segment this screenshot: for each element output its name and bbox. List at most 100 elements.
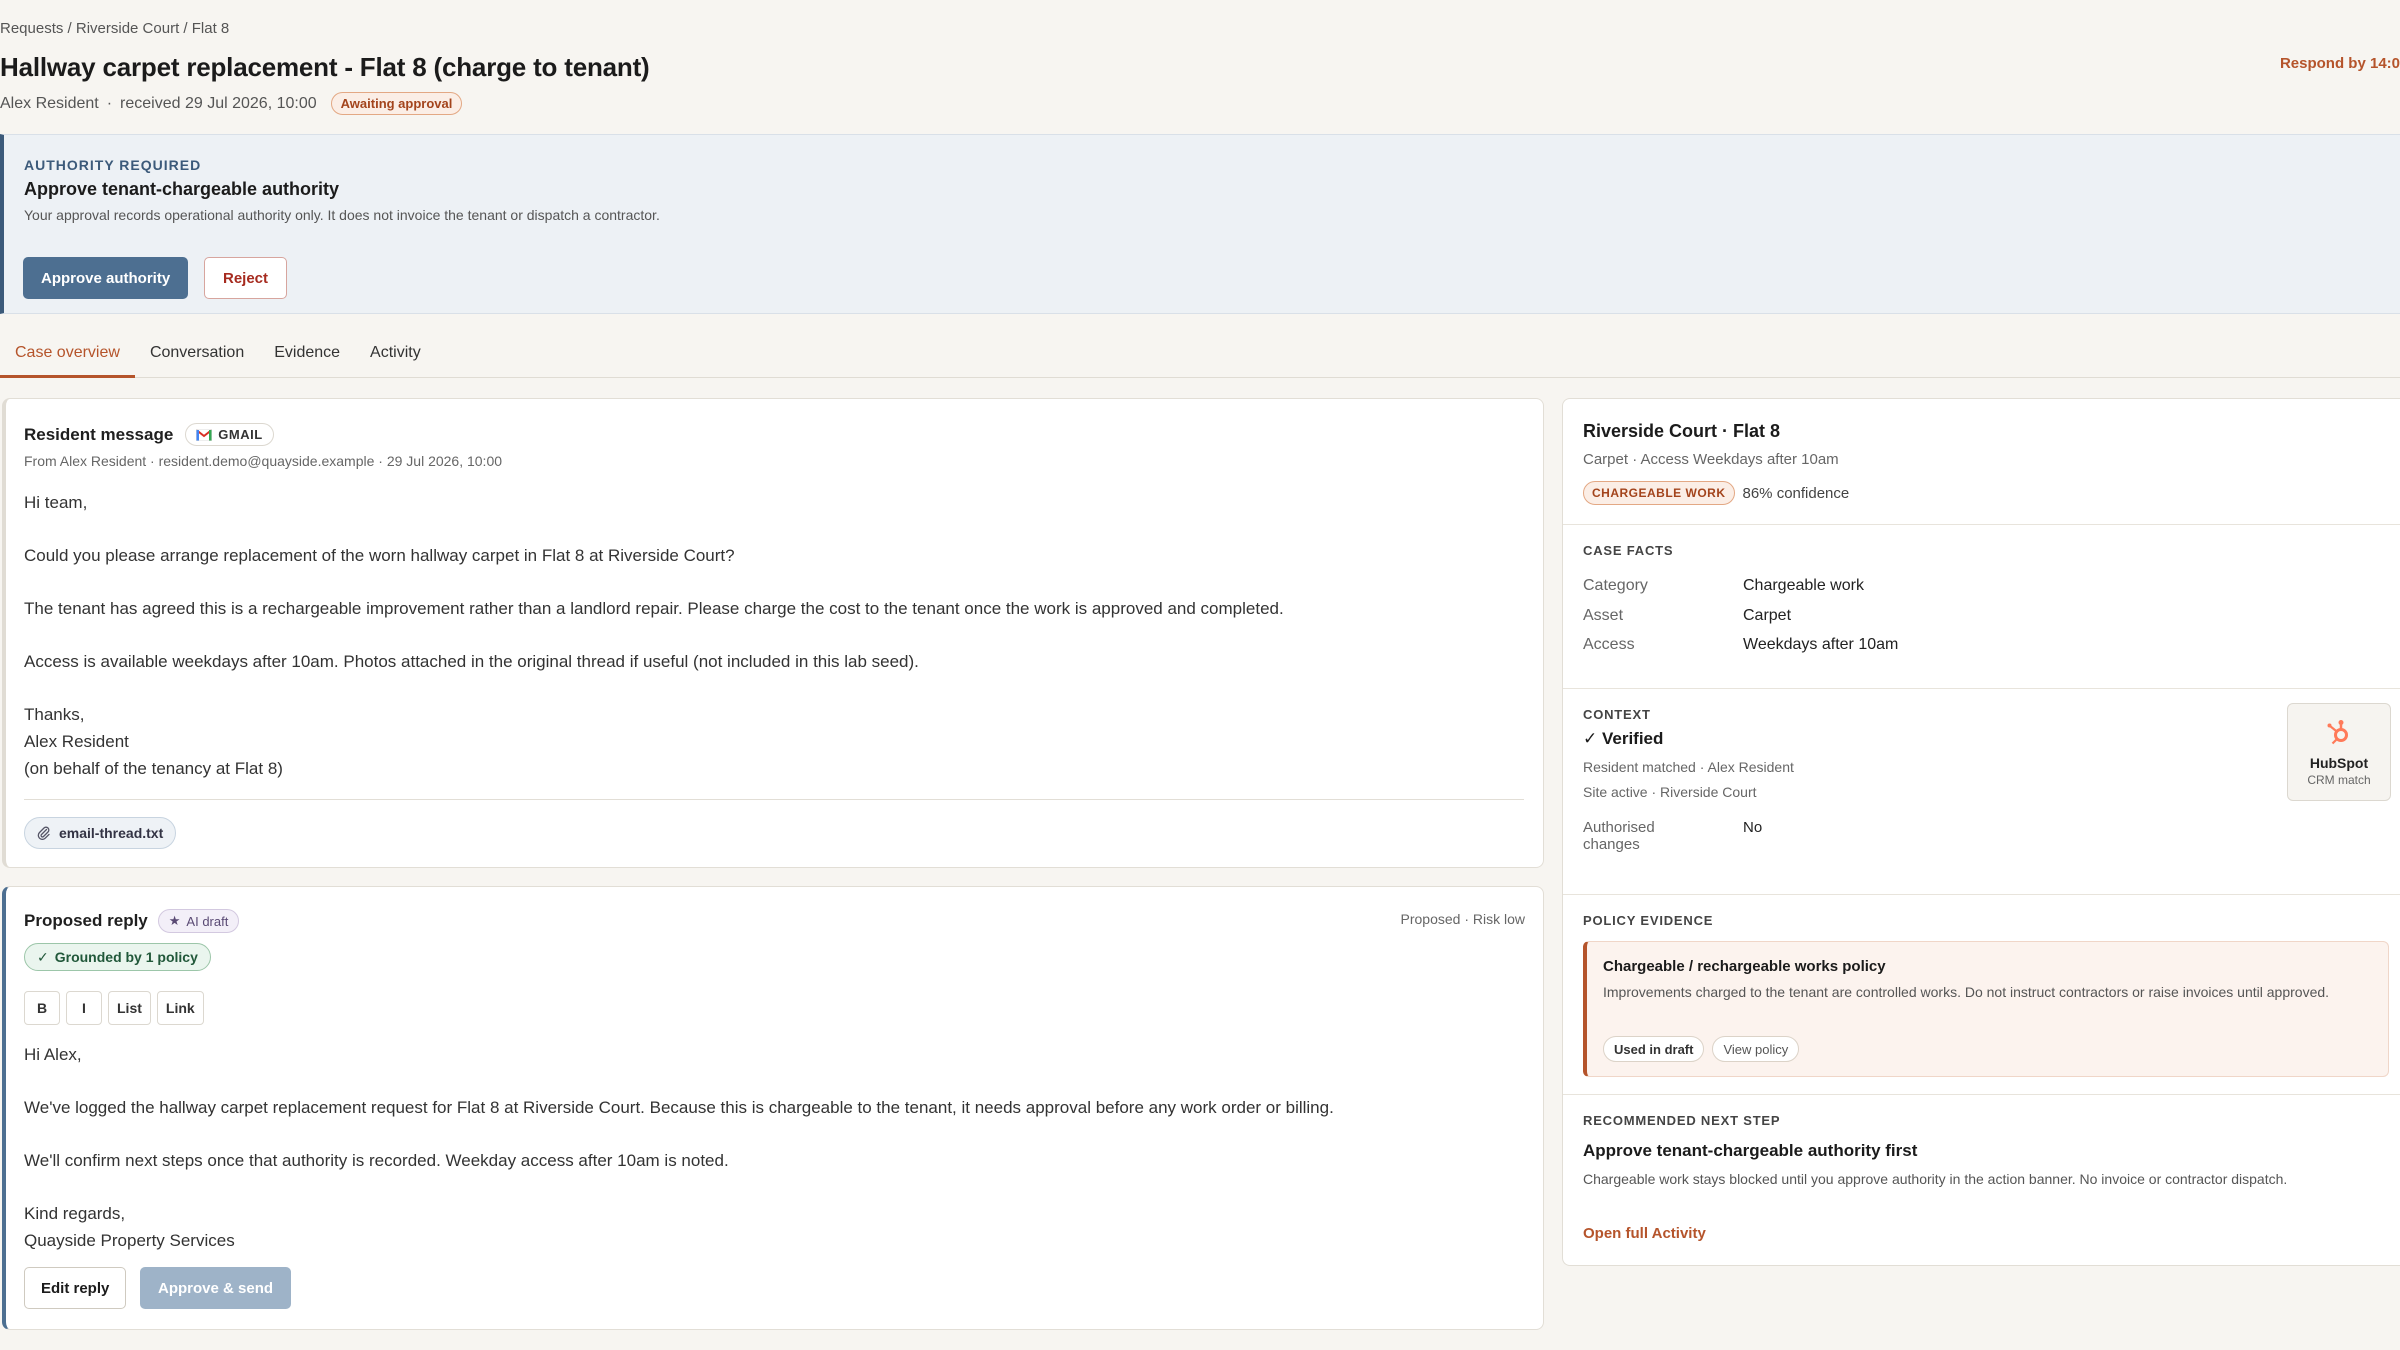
property-summary: Riverside Court · Flat 8 Carpet · Access… [1563, 399, 2400, 525]
ai-draft-label: AI draft [186, 913, 229, 929]
respond-by-deadline: Respond by 14:0 [2279, 55, 2400, 72]
next-step-description: Chargeable work stays blocked until you … [1583, 1171, 2288, 1187]
policy-title: Chargeable / rechargeable works policy [1603, 958, 1886, 975]
policy-evidence: POLICY EVIDENCE Chargeable / rechargeabl… [1563, 895, 2400, 1095]
message-from-line: From Alex Resident · resident.demo@quays… [24, 453, 503, 469]
approve-send-button[interactable]: Approve & send [140, 1267, 292, 1309]
resident-message-header: Resident message GMAIL [24, 423, 274, 446]
hubspot-sub: CRM match [2307, 773, 2371, 787]
authorised-changes-value: No [1743, 819, 1763, 836]
attachment-chip[interactable]: email-thread.txt [24, 817, 177, 849]
tab-evidence[interactable]: Evidence [259, 330, 355, 378]
gmail-icon [196, 428, 213, 441]
next-step-title: Approve tenant-chargeable authority firs… [1583, 1141, 1918, 1160]
policy-evidence-kicker: POLICY EVIDENCE [1583, 913, 1714, 928]
italic-button[interactable]: I [66, 991, 102, 1025]
grounded-label: Grounded by 1 policy [54, 949, 198, 965]
ai-draft-badge: ★ AI draft [157, 909, 240, 933]
reply-signoff: Kind regards, [24, 1204, 126, 1223]
policy-card: Chargeable / rechargeable works policy I… [1583, 941, 2389, 1077]
page-title: Hallway carpet replacement - Flat 8 (cha… [0, 52, 650, 82]
meta-separator: · [106, 94, 113, 112]
case-side-panel: Riverside Court · Flat 8 Carpet · Access… [1562, 398, 2400, 1266]
formatting-toolbar: B I List Link [24, 991, 204, 1025]
message-paragraph: The tenant has agreed this is a recharge… [24, 599, 1284, 618]
grounded-badge[interactable]: ✓ Grounded by 1 policy [24, 943, 211, 971]
site-active: Site active · Riverside Court [1583, 784, 1757, 800]
message-paragraph: Could you please arrange replacement of … [24, 546, 735, 565]
proposed-reply-card: Proposed reply ★ AI draft Proposed · Ris… [2, 886, 1544, 1330]
reply-paragraph: We've logged the hallway carpet replacem… [24, 1098, 1334, 1117]
confidence-label: 86% confidence [1742, 484, 1850, 502]
policy-description: Improvements charged to the tenant are c… [1603, 984, 2330, 1000]
fact-label: Access [1583, 636, 1635, 653]
case-tabs: Case overview Conversation Evidence Acti… [0, 330, 2400, 378]
authorised-label-line: Authorised [1583, 819, 1655, 836]
reply-greeting: Hi Alex, [24, 1045, 82, 1064]
link-button[interactable]: Link [156, 991, 204, 1025]
authority-kicker: AUTHORITY REQUIRED [24, 157, 202, 173]
property-title: Riverside Court · Flat 8 [1583, 421, 1781, 441]
status-badge: Awaiting approval [330, 92, 463, 115]
reply-signoff: Quayside Property Services [24, 1231, 235, 1250]
approve-authority-button[interactable]: Approve authority [23, 257, 189, 299]
recommended-next-step: RECOMMENDED NEXT STEP Approve tenant-cha… [1563, 1095, 2400, 1267]
authority-title: Approve tenant-chargeable authority [24, 179, 340, 199]
bold-button[interactable]: B [24, 991, 60, 1025]
chargeable-chip: CHARGEABLE WORK [1583, 481, 1735, 505]
attachment-name: email-thread.txt [59, 825, 164, 841]
authorised-changes-label: Authorised changes [1583, 819, 1655, 853]
gmail-source-badge: GMAIL [185, 423, 274, 446]
paperclip-icon [37, 826, 50, 840]
reply-status: Proposed · Risk low [1400, 911, 1526, 927]
reject-button[interactable]: Reject [204, 257, 288, 299]
message-greeting: Hi team, [24, 493, 88, 512]
edit-reply-button[interactable]: Edit reply [24, 1267, 127, 1309]
message-signoff: Thanks, [24, 705, 85, 724]
context-section: CONTEXT ✓ Verified Resident matched · Al… [1563, 689, 2400, 895]
proposed-reply-header: Proposed reply ★ AI draft [24, 909, 240, 933]
reply-editor[interactable]: Hi Alex, We've logged the hallway carpet… [24, 1041, 1504, 1254]
fact-value: Weekdays after 10am [1743, 636, 1899, 653]
authority-banner: AUTHORITY REQUIRED Approve tenant-charge… [0, 134, 2400, 314]
sparkle-icon: ★ [168, 913, 181, 928]
hubspot-crm-match[interactable]: HubSpot CRM match [2287, 703, 2391, 801]
message-signoff: Alex Resident [24, 732, 129, 751]
resident-message-card: Resident message GMAIL From Alex Residen… [2, 398, 1544, 868]
message-signoff: (on behalf of the tenancy at Flat 8) [24, 759, 283, 778]
used-in-draft-chip: Used in draft [1603, 1036, 1705, 1062]
gmail-label: GMAIL [218, 427, 263, 442]
message-body: Hi team, Could you please arrange replac… [24, 489, 1504, 782]
hubspot-name: HubSpot [2309, 755, 2369, 771]
breadcrumb[interactable]: Requests / Riverside Court / Flat 8 [0, 20, 229, 37]
classification-row: CHARGEABLE WORK 86% confidence [1583, 481, 1849, 505]
authority-description: Your approval records operational author… [24, 207, 660, 223]
reply-paragraph: We'll confirm next steps once that autho… [24, 1151, 729, 1170]
request-meta: Alex Resident · received 29 Jul 2026, 10… [0, 92, 463, 115]
check-icon: ✓ [37, 948, 49, 965]
tab-activity[interactable]: Activity [355, 330, 436, 378]
authorised-label-line: changes [1583, 836, 1640, 853]
resident-matched: Resident matched · Alex Resident [1583, 759, 1794, 775]
divider [24, 799, 1524, 800]
fact-label: Category [1583, 577, 1648, 594]
open-full-activity-link[interactable]: Open full Activity [1583, 1225, 1706, 1242]
hubspot-icon [2288, 718, 2390, 751]
fact-value: Chargeable work [1743, 577, 1864, 594]
resident-name: Alex Resident [0, 94, 99, 112]
tab-case-overview[interactable]: Case overview [0, 330, 135, 378]
verified-status: ✓ Verified [1583, 729, 1664, 748]
next-step-kicker: RECOMMENDED NEXT STEP [1583, 1113, 1781, 1128]
case-facts: CASE FACTS Category Chargeable work Asse… [1563, 525, 2400, 689]
fact-value: Carpet [1743, 607, 1792, 624]
received-time: received 29 Jul 2026, 10:00 [120, 94, 317, 112]
view-policy-link[interactable]: View policy [1712, 1036, 1800, 1062]
case-facts-kicker: CASE FACTS [1583, 543, 1674, 558]
policy-actions: Used in draft View policy [1603, 1036, 1800, 1062]
tab-conversation[interactable]: Conversation [135, 330, 259, 378]
context-kicker: CONTEXT [1583, 707, 1651, 722]
proposed-reply-title: Proposed reply [24, 911, 148, 930]
fact-label: Asset [1583, 607, 1624, 624]
list-button[interactable]: List [108, 991, 151, 1025]
resident-message-title: Resident message [24, 424, 174, 444]
